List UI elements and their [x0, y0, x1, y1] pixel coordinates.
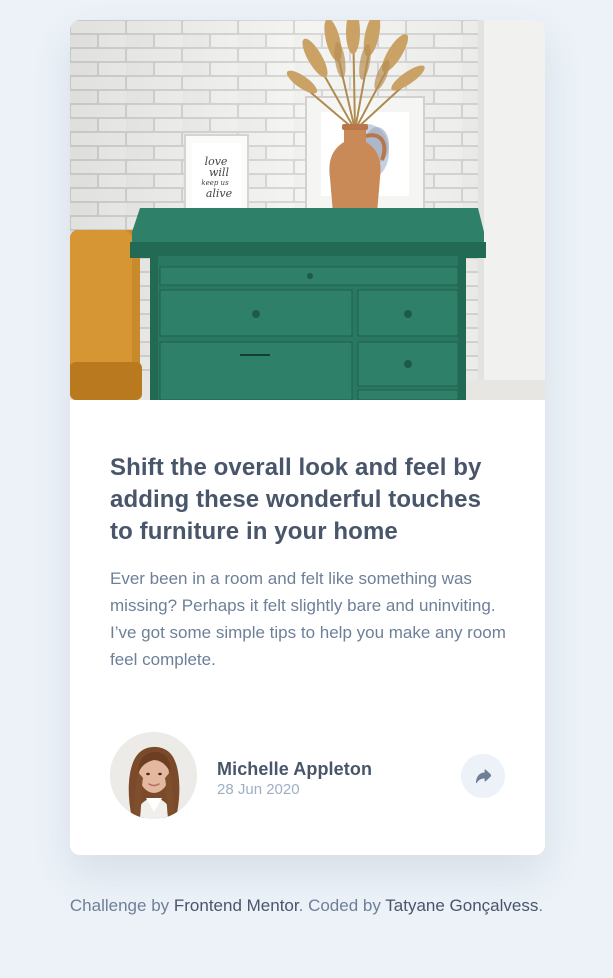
article-image: love will keep us alive [70, 20, 545, 400]
article-preview-card: love will keep us alive Shift the overal… [70, 20, 545, 855]
attribution-suffix: . [538, 896, 544, 915]
author-section: Michelle Appleton 28 Jun 2020 [110, 732, 505, 820]
frontend-mentor-link[interactable]: Frontend Mentor [174, 896, 299, 915]
share-button[interactable] [461, 754, 505, 798]
author-avatar [110, 732, 197, 819]
article-title[interactable]: Shift the overall look and feel by addin… [110, 452, 510, 548]
publish-date: 28 Jun 2020 [217, 781, 300, 798]
article-content: Shift the overall look and feel by addin… [110, 452, 510, 673]
share-icon [475, 768, 491, 783]
article-excerpt: Ever been in a room and felt like someth… [110, 569, 506, 669]
attribution-prefix: Challenge by [69, 896, 174, 915]
coder-link[interactable]: Tatyane Gonçalvess [385, 896, 538, 915]
svg-text:keep us: keep us [201, 179, 229, 187]
svg-text:will: will [209, 166, 229, 179]
author-name: Michelle Appleton [217, 759, 373, 779]
attribution-middle: . Coded by [298, 896, 386, 915]
attribution: Challenge by Frontend Mentor. Coded by T… [0, 896, 613, 916]
svg-text:alive: alive [206, 187, 233, 200]
